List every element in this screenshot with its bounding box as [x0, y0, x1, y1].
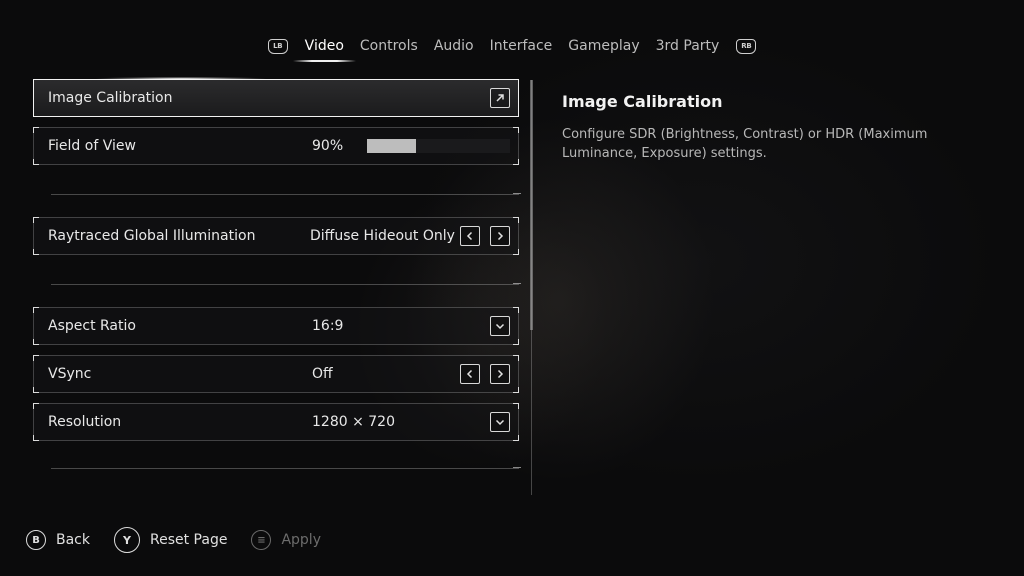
rb-bumper-icon[interactable]: RB [736, 38, 757, 54]
list-scrollbar[interactable] [530, 80, 533, 495]
back-label: Back [56, 532, 90, 548]
description-text: Configure SDR (Brightness, Contrast) or … [562, 127, 928, 161]
setting-label: Image Calibration [48, 90, 173, 106]
section-divider [51, 467, 521, 469]
description-panel: Image Calibration Configure SDR (Brightn… [562, 92, 982, 163]
reset-page-button[interactable]: Y Reset Page [114, 527, 227, 553]
tab-controls[interactable]: Controls [352, 34, 426, 58]
fov-value: 90% [312, 138, 344, 154]
vsync-value: Off [312, 366, 333, 382]
chevron-right-icon[interactable] [490, 226, 510, 246]
chevron-left-icon[interactable] [460, 364, 480, 384]
back-button[interactable]: B Back [26, 530, 90, 550]
apply-button[interactable]: ≡ Apply [251, 530, 321, 550]
chevron-right-icon[interactable] [490, 364, 510, 384]
raytraced-gi-value: Diffuse Hideout Only [310, 228, 455, 244]
setting-label: Resolution [48, 414, 122, 430]
chevron-left-icon[interactable] [460, 226, 480, 246]
fov-slider-fill [367, 139, 416, 153]
setting-resolution[interactable]: Resolution 1280 × 720 [33, 403, 519, 441]
fov-slider[interactable] [367, 139, 510, 153]
external-link-icon[interactable] [490, 88, 510, 108]
tab-audio[interactable]: Audio [426, 34, 482, 58]
setting-label: Field of View [48, 138, 136, 154]
setting-label: VSync [48, 366, 92, 382]
tab-video[interactable]: Video [292, 34, 357, 62]
tab-3rd-party[interactable]: 3rd Party [648, 34, 728, 58]
b-button-icon: B [26, 530, 46, 550]
settings-tab-bar: LB Video Controls Audio Interface Gamepl… [0, 33, 1024, 62]
setting-label: Aspect Ratio [48, 318, 136, 334]
resolution-value: 1280 × 720 [312, 414, 395, 430]
tab-gameplay[interactable]: Gameplay [560, 34, 647, 58]
menu-button-icon: ≡ [251, 530, 272, 550]
apply-label: Apply [281, 532, 321, 548]
setting-label: Raytraced Global Illumination [48, 228, 256, 244]
setting-field-of-view[interactable]: Field of View 90% [33, 127, 519, 165]
section-divider [51, 193, 521, 195]
setting-image-calibration[interactable]: Image Calibration [33, 77, 519, 117]
chevron-down-icon[interactable] [490, 412, 510, 432]
setting-aspect-ratio[interactable]: Aspect Ratio 16:9 [33, 307, 519, 345]
setting-raytraced-gi[interactable]: Raytraced Global Illumination Diffuse Hi… [33, 217, 519, 255]
section-divider [51, 283, 521, 285]
reset-page-label: Reset Page [150, 532, 228, 548]
lb-bumper-icon[interactable]: LB [267, 38, 288, 54]
setting-vsync[interactable]: VSync Off [33, 355, 519, 393]
chevron-down-icon[interactable] [490, 316, 510, 336]
aspect-ratio-value: 16:9 [312, 318, 344, 334]
footer-button-prompts: B Back Y Reset Page ≡ Apply [26, 527, 345, 553]
description-title: Image Calibration [562, 92, 723, 111]
tab-interface[interactable]: Interface [482, 34, 561, 58]
y-button-icon: Y [114, 527, 140, 553]
